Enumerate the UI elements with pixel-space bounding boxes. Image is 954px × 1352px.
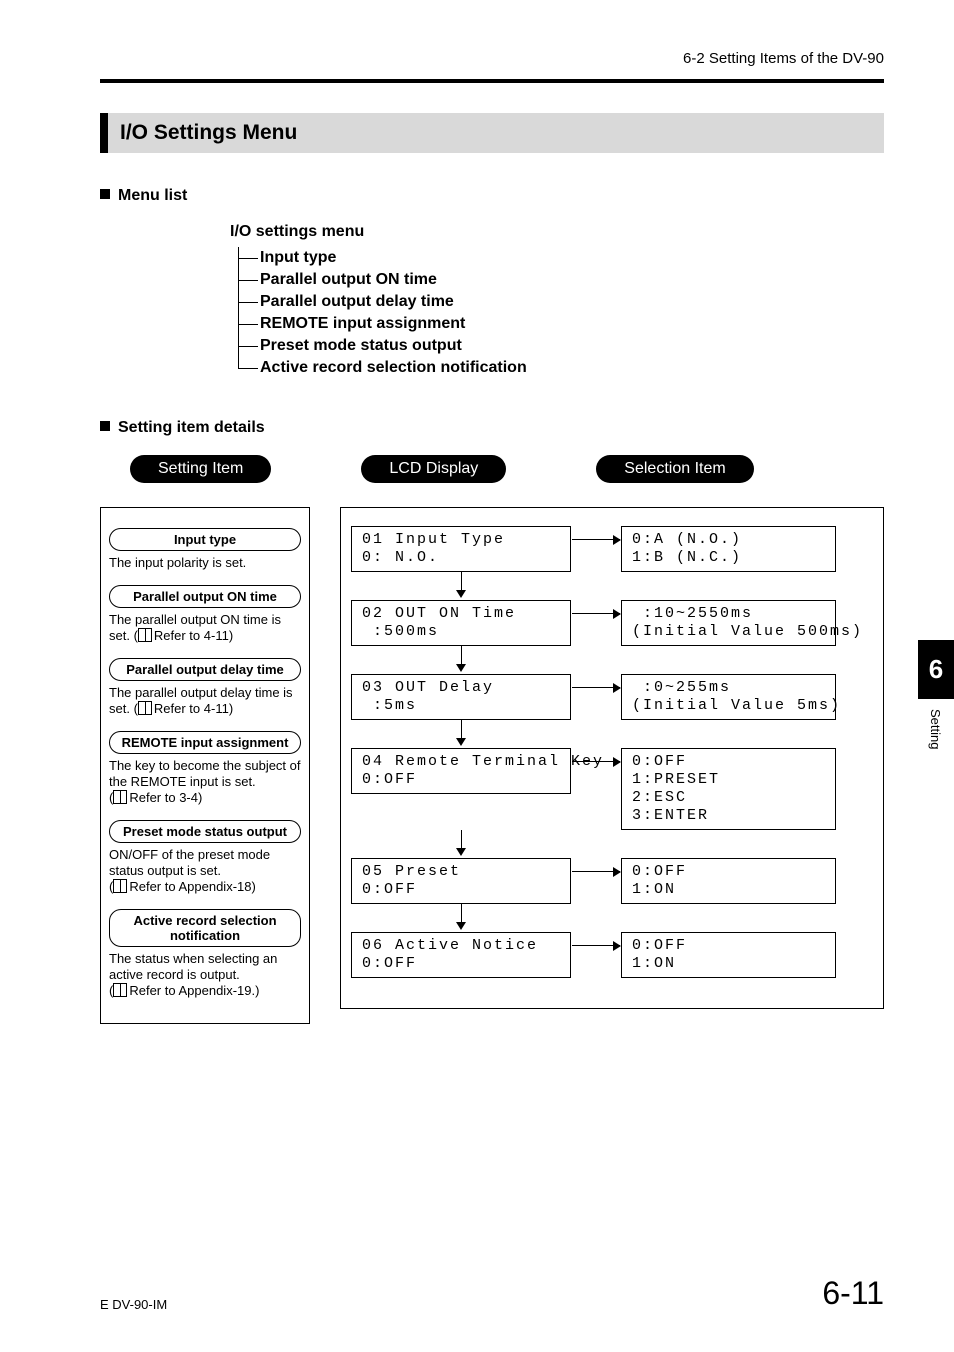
header-rule [100, 79, 884, 83]
lcd-box: 06 Active Notice 0:OFF [351, 932, 571, 978]
lcd-box: 02 OUT ON Time :500ms [351, 600, 571, 646]
book-icon [113, 983, 127, 997]
setting-item-label: REMOTE input assignment [109, 731, 301, 754]
arrow-right-icon [572, 871, 620, 872]
setting-item-desc: The status when selecting an active reco… [109, 951, 301, 999]
menu-item: Preset mode status output [260, 335, 527, 357]
lcd-row: 01 Input Type 0: N.O. 0:A (N.O.) 1:B (N.C… [351, 526, 873, 572]
setting-item-desc: ON/OFF of the preset mode status output … [109, 847, 301, 895]
setting-item-label: Preset mode status output [109, 820, 301, 843]
square-bullet-icon [100, 189, 110, 199]
side-tab: 6 Setting [918, 640, 954, 749]
setting-item-label: Input type [109, 528, 301, 551]
pill-setting-item: Setting Item [130, 455, 271, 483]
selection-box: 0:OFF 1:ON [621, 932, 836, 978]
setting-item-desc: The parallel output ON time is set. (Ref… [109, 612, 301, 644]
selection-box: 0:A (N.O.) 1:B (N.C.) [621, 526, 836, 572]
lcd-box: 04 Remote Terminal Key 0:OFF [351, 748, 571, 794]
chapter-label: Setting [928, 709, 943, 749]
arrow-right-icon [572, 945, 620, 946]
arrow-down-icon [351, 830, 571, 858]
section-title: I/O Settings Menu [100, 113, 884, 153]
pill-selection-item: Selection Item [596, 455, 753, 483]
header-right: 6-2 Setting Items of the DV-90 [100, 50, 884, 67]
menu-tree: I/O settings menu Input typeParallel out… [230, 223, 884, 379]
footer: E DV-90-IM 6-11 [100, 1275, 884, 1312]
arrow-right-icon [572, 761, 620, 762]
setting-item-desc: The key to become the subject of the REM… [109, 758, 301, 806]
arrow-right-icon [572, 539, 620, 540]
book-icon [113, 790, 127, 804]
arrow-right-icon [572, 687, 620, 688]
arrow-down-icon [351, 720, 571, 748]
page: 6-2 Setting Items of the DV-90 I/O Setti… [0, 0, 954, 1352]
setting-item-column: Input type The input polarity is set. Para… [100, 507, 310, 1024]
lcd-box: 03 OUT Delay :5ms [351, 674, 571, 720]
lcd-row: 05 Preset 0:OFF 0:OFF 1:ON [351, 858, 873, 904]
setting-item-label: Parallel output ON time [109, 585, 301, 608]
lcd-row: 02 OUT ON Time :500ms :10~2550ms (Initia… [351, 600, 873, 646]
column-headers: Setting Item LCD Display Selection Item [130, 455, 884, 483]
menu-item: Active record selection notification [260, 357, 527, 379]
book-icon [138, 628, 152, 642]
menu-item: Parallel output delay time [260, 291, 527, 313]
setting-item-desc: The parallel output delay time is set. (… [109, 685, 301, 717]
lcd-row: 03 OUT Delay :5ms :0~255ms (Initial Valu… [351, 674, 873, 720]
book-icon [138, 701, 152, 715]
arrow-down-icon [351, 904, 571, 932]
square-bullet-icon [100, 421, 110, 431]
footer-page-number: 6-11 [822, 1275, 884, 1312]
selection-box: 0:OFF 1:PRESET 2:ESC 3:ENTER [621, 748, 836, 830]
subheader-setting-details: Setting item details [100, 419, 884, 437]
selection-box: :0~255ms (Initial Value 5ms) [621, 674, 836, 720]
chapter-number: 6 [918, 640, 954, 699]
arrow-right-icon [572, 613, 620, 614]
subheader-menu-list: Menu list [100, 187, 884, 205]
setting-item-label: Active record selection notification [109, 909, 301, 947]
setting-item-label: Parallel output delay time [109, 658, 301, 681]
arrow-down-icon [351, 646, 571, 674]
lcd-box: 01 Input Type 0: N.O. [351, 526, 571, 572]
setting-item-desc: The input polarity is set. [109, 555, 301, 571]
lcd-selection-column: 01 Input Type 0: N.O. 0:A (N.O.) 1:B (N.C… [340, 507, 884, 1009]
pill-lcd-display: LCD Display [361, 455, 506, 483]
selection-box: 0:OFF 1:ON [621, 858, 836, 904]
menu-item: Input type [260, 247, 527, 269]
arrow-down-icon [351, 572, 571, 600]
book-icon [113, 879, 127, 893]
lcd-box: 05 Preset 0:OFF [351, 858, 571, 904]
menu-item: REMOTE input assignment [260, 313, 527, 335]
footer-doc-id: E DV-90-IM [100, 1297, 167, 1312]
lcd-row: 06 Active Notice 0:OFF 0:OFF 1:ON [351, 932, 873, 978]
selection-box: :10~2550ms (Initial Value 500ms) [621, 600, 836, 646]
menu-root: I/O settings menu [230, 223, 884, 241]
menu-item: Parallel output ON time [260, 269, 527, 291]
details-grid: Input type The input polarity is set. Para… [100, 507, 884, 1024]
